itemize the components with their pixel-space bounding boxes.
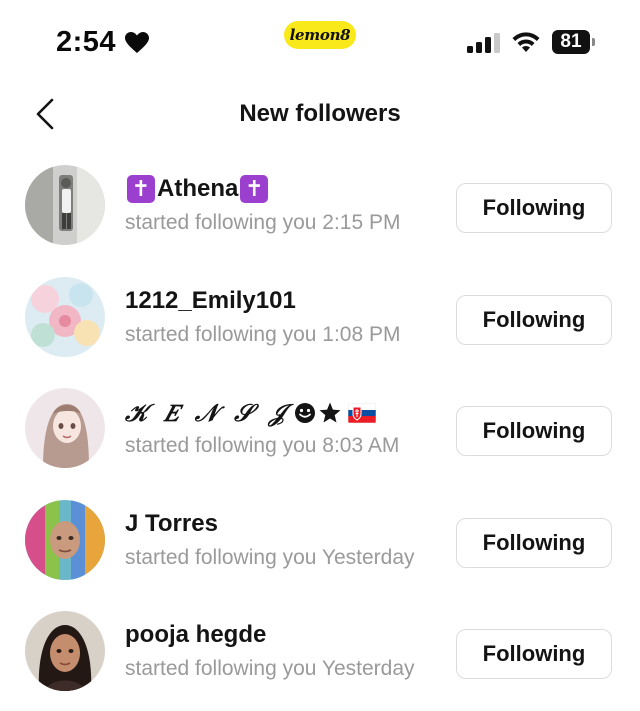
avatar[interactable] — [25, 165, 105, 245]
follower-row[interactable]: J Torres started following you Yesterday… — [0, 488, 640, 600]
status-time-group: 2:54 — [56, 26, 150, 59]
avatar[interactable] — [25, 499, 105, 580]
avatar[interactable] — [25, 611, 105, 691]
status-bar: 2:54 lemon8 81 — [0, 0, 640, 80]
page-title: New followers — [239, 100, 401, 127]
avatar[interactable] — [25, 388, 105, 468]
follower-name: 1212_Emily101 — [125, 286, 296, 314]
follower-name: 𝒦 𝐸 𝒩 𝒮 𝒥 — [125, 398, 290, 427]
heart-icon — [125, 31, 150, 53]
wifi-icon — [512, 32, 540, 52]
follower-name: J Torres — [125, 509, 218, 537]
battery-icon: 81 — [552, 30, 590, 54]
slovakia-flag-icon — [347, 402, 376, 423]
following-button[interactable]: Following — [456, 183, 612, 233]
follower-row[interactable]: 𝒦 𝐸 𝒩 𝒮 𝒥 started following you 8:03 AM … — [0, 376, 640, 488]
following-button[interactable]: Following — [456, 294, 612, 345]
following-button[interactable]: Following — [456, 629, 612, 679]
follower-subtitle: started following you 1:08 PM — [125, 322, 401, 346]
signal-icon — [467, 33, 500, 53]
follower-row[interactable]: ✝ Athena ✝ started following you 2:15 PM… — [0, 153, 640, 265]
followers-list: ✝ Athena ✝ started following you 2:15 PM… — [0, 153, 640, 711]
app-badge-lemon8: lemon8 — [284, 21, 356, 49]
following-button[interactable]: Following — [456, 406, 612, 456]
follower-subtitle: started following you 8:03 AM — [125, 434, 400, 457]
battery-tip — [592, 38, 595, 46]
follower-row[interactable]: 1212_Emily101 started following you 1:08… — [0, 265, 640, 377]
cross-icon: ✝ — [127, 175, 155, 203]
smile-icon — [294, 402, 315, 423]
follower-subtitle: started following you 2:15 PM — [125, 211, 401, 234]
follower-name-group: ✝ Athena ✝ — [125, 175, 270, 203]
header: New followers — [0, 88, 640, 140]
follower-name: Athena — [157, 175, 239, 202]
follower-subtitle: started following you Yesterday — [125, 657, 415, 680]
following-button[interactable]: Following — [456, 517, 612, 568]
follower-row[interactable]: pooja hegde started following you Yester… — [0, 599, 640, 711]
follower-name: pooja hegde — [125, 621, 267, 648]
follower-name-group: 𝒦 𝐸 𝒩 𝒮 𝒥 — [125, 398, 376, 427]
star-icon — [319, 402, 341, 422]
battery-level: 81 — [560, 31, 582, 52]
avatar[interactable] — [25, 276, 105, 357]
follower-subtitle: started following you Yesterday — [125, 545, 415, 569]
status-time: 2:54 — [56, 26, 117, 58]
cross-icon: ✝ — [240, 175, 269, 203]
